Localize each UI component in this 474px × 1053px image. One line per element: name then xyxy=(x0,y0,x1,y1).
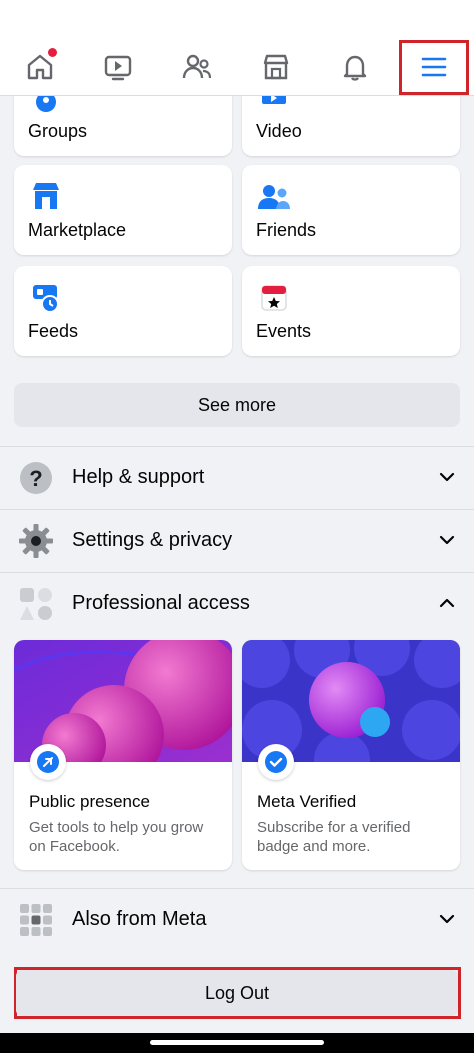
chevron-down-icon xyxy=(439,472,455,482)
nav-video[interactable] xyxy=(95,44,141,90)
chevron-down-icon xyxy=(439,535,455,545)
shortcut-card-feeds[interactable]: Feeds xyxy=(14,266,232,356)
verified-badge-icon xyxy=(265,751,287,773)
shortcut-label: Feeds xyxy=(28,321,79,341)
nav-notifications[interactable] xyxy=(332,44,378,90)
also-from-meta-row[interactable]: Also from Meta xyxy=(0,889,474,951)
chevron-down-icon xyxy=(439,914,455,924)
notifications-bell-icon xyxy=(343,55,367,81)
events-icon xyxy=(261,285,287,311)
shortcut-label: Video xyxy=(256,121,302,141)
public-presence-card[interactable]: Public presence Get tools to help you gr… xyxy=(14,640,232,870)
shortcut-card-friends[interactable]: Friends xyxy=(242,165,460,255)
see-more-button[interactable]: See more xyxy=(14,383,460,427)
home-indicator[interactable] xyxy=(150,1040,324,1045)
shortcut-label: Friends xyxy=(256,220,317,240)
card-title: Public presence xyxy=(29,792,150,811)
feeds-icon xyxy=(33,285,59,313)
card-title: Meta Verified xyxy=(257,792,357,811)
meta-verified-card[interactable]: Meta Verified Subscribe for a verified b… xyxy=(242,640,460,870)
top-navigation-bar xyxy=(0,0,474,96)
shortcut-label: Events xyxy=(256,321,312,341)
card-description: Get tools to help you grow on Facebook. xyxy=(29,819,204,855)
help-support-row[interactable]: ? Help & support xyxy=(0,447,474,509)
professional-access-row[interactable]: Professional access xyxy=(0,573,474,635)
shortcut-label: Marketplace xyxy=(28,220,127,240)
professional-icon xyxy=(20,588,52,620)
nav-marketplace[interactable] xyxy=(253,44,299,90)
shortcut-card-events[interactable]: Events xyxy=(242,266,460,356)
badge xyxy=(258,744,294,780)
marketplace-icon xyxy=(263,54,289,80)
shortcut-label: Groups xyxy=(28,121,88,141)
svg-text:?: ? xyxy=(29,466,42,491)
help-support-label: Help & support xyxy=(72,466,205,488)
gear-icon xyxy=(19,524,53,558)
grid-icon xyxy=(20,904,52,936)
log-out-button[interactable]: Log Out xyxy=(16,970,458,1016)
marketplace-icon xyxy=(33,183,59,209)
badge xyxy=(30,744,66,780)
rocket-icon xyxy=(37,751,59,773)
nav-friends[interactable] xyxy=(174,44,220,90)
notification-dot xyxy=(48,48,57,57)
settings-privacy-label: Settings & privacy xyxy=(72,529,233,551)
video-icon xyxy=(104,55,132,81)
settings-privacy-row[interactable]: Settings & privacy xyxy=(0,510,474,572)
menu-highlight-box xyxy=(399,40,469,95)
professional-access-label: Professional access xyxy=(72,592,250,614)
also-from-meta-label: Also from Meta xyxy=(72,908,207,930)
card-description: Subscribe for a verified badge and more. xyxy=(257,819,411,855)
friends-icon xyxy=(182,54,212,79)
shortcut-card-marketplace[interactable]: Marketplace xyxy=(14,165,232,255)
chevron-up-icon xyxy=(439,598,455,608)
question-icon: ? xyxy=(20,462,52,494)
friends-icon xyxy=(258,185,290,209)
nav-home[interactable] xyxy=(17,44,63,90)
